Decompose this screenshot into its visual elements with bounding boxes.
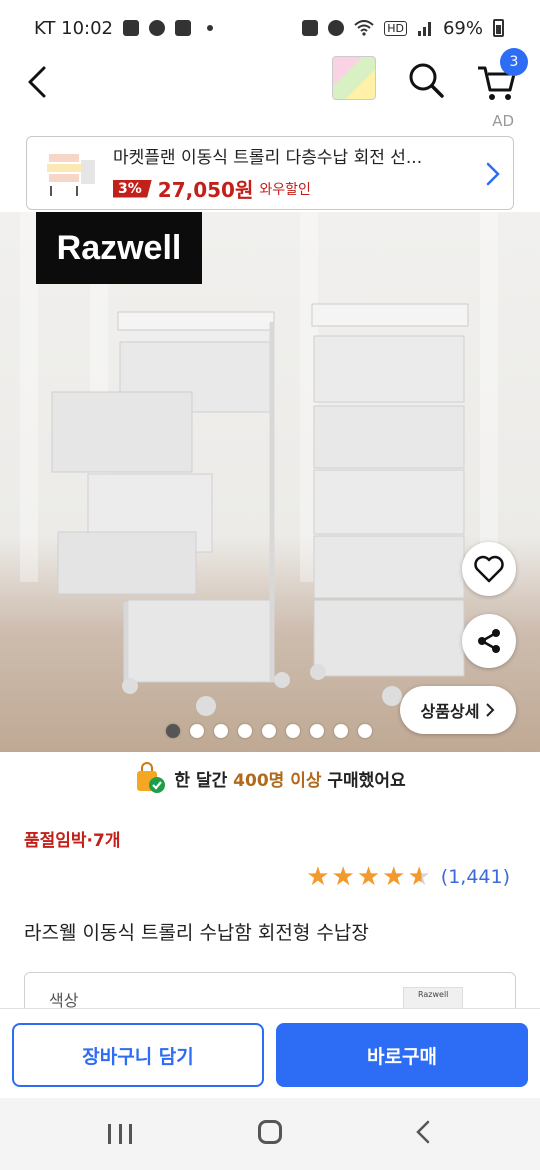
product-detail-label: 상품상세 (420, 702, 480, 721)
low-stock-notice: 품절임박·7개 (24, 831, 121, 851)
gallery-icon (175, 20, 191, 36)
brand-logo: Razwell (36, 212, 202, 284)
wifi-icon (354, 20, 374, 36)
purchase-notice-prefix: 한 달간 (174, 770, 234, 791)
share-button[interactable] (462, 614, 516, 668)
purchase-action-bar: 장바구니 담기 바로구매 (0, 1008, 540, 1098)
carousel-dot[interactable] (190, 724, 204, 738)
system-back-icon[interactable] (414, 1120, 432, 1144)
home-icon[interactable] (258, 1120, 282, 1144)
carousel-dot[interactable] (310, 724, 324, 738)
status-bar: KT 10:02 HD 69% (0, 0, 540, 56)
carousel-dot[interactable] (238, 724, 252, 738)
add-to-cart-button[interactable]: 장바구니 담기 (12, 1023, 264, 1087)
ad-product-image (37, 146, 99, 200)
talk-icon (149, 20, 165, 36)
hd-icon: HD (384, 20, 407, 36)
recent-apps-icon[interactable] (108, 1124, 132, 1144)
carousel-dot[interactable] (286, 724, 300, 738)
carrier-time: KT 10:02 (34, 17, 113, 39)
recent-product-thumbnail[interactable] (332, 56, 376, 100)
star-icon: ★ (382, 862, 406, 892)
purchase-count-notice: 한 달간 400명 이상 구매했어요 (0, 758, 540, 798)
star-icon: ★ (356, 862, 381, 892)
ad-banner[interactable]: 마켓플랜 이동식 트롤리 다층수납 회전 선... 3% 27,050원 와우할… (26, 136, 514, 210)
product-image-carousel[interactable]: Razwell 상품상세 (0, 212, 540, 752)
chevron-right-icon[interactable] (485, 161, 501, 187)
ad-title[interactable]: 마켓플랜 이동식 트롤리 다층수납 회전 선... (113, 143, 463, 168)
product-rating[interactable]: ★ ★ ★ ★ ★ (1,441) (306, 864, 510, 890)
star-icon: ★ (331, 862, 355, 892)
ad-label: AD (492, 112, 514, 130)
option-thumbnail-brand: Razwell (418, 990, 449, 999)
ad-promo-label: 와우할인 (259, 181, 311, 198)
carousel-dot[interactable] (214, 724, 228, 738)
top-bar: 3 AD (0, 48, 540, 130)
ad-discount-badge: 3% (113, 179, 152, 198)
carousel-dot[interactable] (166, 724, 180, 738)
battery-percent: 69% (442, 17, 483, 39)
purchase-notice-suffix: 구매했어요 (321, 770, 406, 791)
carousel-dot[interactable] (358, 724, 372, 738)
battery-icon (493, 19, 504, 37)
review-count[interactable]: (1,441) (441, 866, 510, 888)
search-icon[interactable] (406, 60, 446, 100)
share-icon (478, 629, 500, 653)
product-detail-button[interactable]: 상품상세 (400, 686, 516, 734)
system-navigation-bar (0, 1098, 540, 1170)
more-notifications-icon (207, 25, 213, 31)
product-title: 라즈웰 이동식 트롤리 수납함 회전형 수납장 (24, 922, 369, 944)
message-icon (123, 20, 139, 36)
carousel-indicator (166, 724, 372, 738)
wishlist-button[interactable] (462, 542, 516, 596)
carousel-dot[interactable] (262, 724, 276, 738)
chevron-right-icon (486, 703, 495, 717)
buy-now-button[interactable]: 바로구매 (276, 1023, 528, 1087)
cart-count-badge: 3 (500, 48, 528, 76)
product-photo (51, 303, 469, 716)
heart-icon (474, 555, 504, 583)
carousel-dot[interactable] (334, 724, 348, 738)
purchase-notice-highlight: 400명 이상 (233, 770, 322, 791)
alarm-icon (328, 20, 345, 36)
half-star-icon: ★ (407, 862, 431, 892)
app-icon (302, 20, 319, 36)
ad-price: 27,050원 (157, 178, 254, 202)
signal-icon (417, 22, 431, 36)
back-arrow-icon[interactable] (22, 62, 54, 102)
shopping-bag-check-icon (137, 762, 166, 793)
star-icon: ★ (306, 862, 330, 892)
